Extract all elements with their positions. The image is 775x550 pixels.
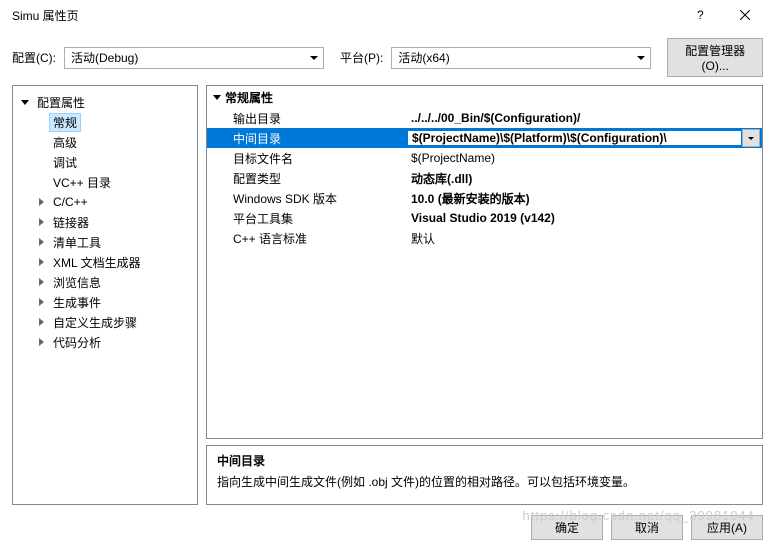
dialog-buttons: 确定 取消 应用(A): [0, 505, 775, 550]
tree-item[interactable]: 高级: [31, 132, 195, 152]
tree-item[interactable]: C/C++: [31, 192, 195, 212]
tree-item-label: VC++ 目录: [49, 173, 115, 192]
apply-button[interactable]: 应用(A): [691, 515, 763, 540]
expand-icon[interactable]: [35, 256, 47, 268]
expand-icon[interactable]: [35, 136, 47, 148]
tree-item-label: 链接器: [49, 213, 93, 232]
property-name: Windows SDK 版本: [207, 190, 407, 207]
property-row[interactable]: Windows SDK 版本10.0 (最新安装的版本): [207, 188, 762, 208]
collapse-icon: [21, 100, 29, 105]
tree-item[interactable]: 自定义生成步骤: [31, 312, 195, 332]
property-name: 平台工具集: [207, 210, 407, 227]
right-panel: 常规属性 输出目录../../../00_Bin/$(Configuration…: [206, 85, 763, 505]
property-row[interactable]: 平台工具集Visual Studio 2019 (v142): [207, 208, 762, 228]
platform-label: 平台(P):: [340, 49, 383, 66]
expand-icon[interactable]: [35, 116, 47, 128]
property-group-header[interactable]: 常规属性: [207, 86, 762, 108]
close-button[interactable]: [722, 0, 767, 30]
collapse-icon: [213, 95, 221, 100]
property-row[interactable]: C++ 语言标准默认: [207, 228, 762, 248]
config-label: 配置(C):: [12, 49, 56, 66]
platform-select[interactable]: 活动(x64): [391, 47, 651, 69]
property-group-title: 常规属性: [225, 89, 273, 106]
property-row[interactable]: 输出目录../../../00_Bin/$(Configuration)/: [207, 108, 762, 128]
property-name: 中间目录: [207, 130, 407, 147]
tree-item-label: 浏览信息: [49, 273, 105, 292]
tree-item-label: XML 文档生成器: [49, 253, 145, 272]
property-name: C++ 语言标准: [207, 230, 407, 247]
property-value[interactable]: Visual Studio 2019 (v142): [407, 211, 762, 225]
tree-item[interactable]: 浏览信息: [31, 272, 195, 292]
tree-item-label: 常规: [49, 113, 81, 132]
tree-item[interactable]: 调试: [31, 152, 195, 172]
property-value[interactable]: 10.0 (最新安装的版本): [407, 190, 762, 207]
property-name: 输出目录: [207, 110, 407, 127]
expand-icon[interactable]: [35, 276, 47, 288]
tree-item-label: 高级: [49, 133, 81, 152]
property-grid[interactable]: 常规属性 输出目录../../../00_Bin/$(Configuration…: [206, 85, 763, 439]
expand-icon[interactable]: [35, 236, 47, 248]
expand-icon[interactable]: [35, 196, 47, 208]
tree-item[interactable]: 链接器: [31, 212, 195, 232]
expand-icon[interactable]: [35, 156, 47, 168]
tree-item-label: 代码分析: [49, 333, 105, 352]
expand-icon[interactable]: [35, 336, 47, 348]
window-title: Simu 属性页: [8, 7, 677, 24]
tree-item-label: 清单工具: [49, 233, 105, 252]
tree-root-label: 配置属性: [33, 93, 89, 112]
main-area: 配置属性 常规高级调试VC++ 目录 C/C++ 链接器清单工具XML 文档生成器浏…: [0, 85, 775, 505]
tree-item[interactable]: XML 文档生成器: [31, 252, 195, 272]
expand-icon[interactable]: [35, 216, 47, 228]
property-value[interactable]: $(ProjectName)\$(Platform)\$(Configurati…: [407, 130, 742, 146]
help-button[interactable]: ?: [677, 0, 722, 30]
property-row[interactable]: 配置类型动态库(.dll): [207, 168, 762, 188]
expand-icon[interactable]: [35, 176, 47, 188]
titlebar: Simu 属性页 ?: [0, 0, 775, 30]
svg-text:?: ?: [697, 10, 704, 20]
tree-item[interactable]: 清单工具: [31, 232, 195, 252]
property-row[interactable]: 中间目录$(ProjectName)\$(Platform)\$(Configu…: [207, 128, 762, 148]
property-name: 目标文件名: [207, 150, 407, 167]
tree-item-label: C/C++: [49, 194, 92, 210]
property-row[interactable]: 目标文件名$(ProjectName): [207, 148, 762, 168]
tree-root[interactable]: 配置属性: [15, 92, 195, 112]
platform-combo[interactable]: 活动(x64): [391, 47, 651, 69]
description-panel: 中间目录 指向生成中间生成文件(例如 .obj 文件)的位置的相对路径。可以包括…: [206, 445, 763, 505]
config-row: 配置(C): 活动(Debug) 平台(P): 活动(x64) 配置管理器(O)…: [0, 30, 775, 85]
tree-panel[interactable]: 配置属性 常规高级调试VC++ 目录 C/C++ 链接器清单工具XML 文档生成器浏…: [12, 85, 198, 505]
property-name: 配置类型: [207, 170, 407, 187]
tree-item[interactable]: 代码分析: [31, 332, 195, 352]
config-select[interactable]: 活动(Debug): [64, 47, 324, 69]
cancel-button[interactable]: 取消: [611, 515, 683, 540]
property-value[interactable]: $(ProjectName): [407, 151, 762, 165]
expand-icon[interactable]: [35, 316, 47, 328]
tree-item-label: 调试: [49, 153, 81, 172]
ok-button[interactable]: 确定: [531, 515, 603, 540]
expand-icon[interactable]: [35, 296, 47, 308]
property-value[interactable]: 动态库(.dll): [407, 170, 762, 187]
config-manager-button[interactable]: 配置管理器(O)...: [667, 38, 763, 77]
tree-item-label: 生成事件: [49, 293, 105, 312]
description-title: 中间目录: [217, 452, 752, 469]
tree-item[interactable]: 常规: [31, 112, 195, 132]
property-value[interactable]: ../../../00_Bin/$(Configuration)/: [407, 111, 762, 125]
chevron-down-icon[interactable]: [742, 129, 760, 147]
property-value[interactable]: 默认: [407, 230, 762, 247]
description-text: 指向生成中间生成文件(例如 .obj 文件)的位置的相对路径。可以包括环境变量。: [217, 473, 752, 490]
config-combo[interactable]: 活动(Debug): [64, 47, 324, 69]
tree-item[interactable]: VC++ 目录: [31, 172, 195, 192]
tree-item[interactable]: 生成事件: [31, 292, 195, 312]
tree-item-label: 自定义生成步骤: [49, 313, 141, 332]
